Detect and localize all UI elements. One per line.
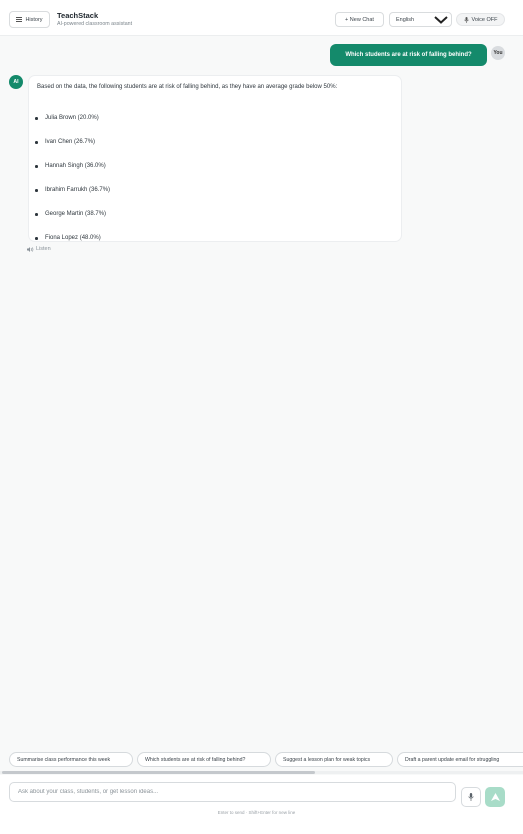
new-chat-button[interactable]: + New Chat (335, 12, 384, 27)
send-button[interactable] (485, 787, 505, 807)
new-chat-label: + New Chat (345, 16, 374, 23)
history-label: History (25, 16, 43, 23)
bullet-icon (35, 213, 38, 216)
voice-toggle[interactable]: Voice OFF (456, 13, 505, 26)
bullet-icon (35, 189, 38, 192)
at-risk-student-list: Julia Brown (20.0%) Ivan Chen (26.7%) Ha… (35, 106, 110, 250)
mic-icon (468, 793, 474, 801)
suggestion-chip[interactable]: Summarise class performance this week (9, 752, 133, 767)
student-entry: Fiona Lopez (48.0%) (45, 235, 101, 241)
user-avatar: You (491, 46, 505, 60)
speaker-icon (27, 246, 34, 252)
send-icon (490, 793, 500, 801)
bullet-icon (35, 237, 38, 240)
suggestion-chip[interactable]: Draft a parent update email for struggli… (397, 752, 523, 767)
language-value: English (396, 16, 415, 23)
student-entry: Hannah Singh (36.0%) (45, 163, 106, 169)
history-button[interactable]: History (9, 11, 50, 28)
user-message-bubble: Which students are at risk of falling be… (330, 44, 487, 66)
mic-button[interactable] (461, 787, 481, 807)
ai-message-card: Based on the data, the following student… (28, 75, 402, 242)
app-header: History TeachStack AI-powered classroom … (0, 0, 523, 36)
list-item: Julia Brown (20.0%) (35, 106, 110, 130)
user-message-text: Which students are at risk of falling be… (345, 52, 472, 58)
app-subtitle: AI-powered classroom assistant (57, 21, 133, 27)
suggestion-bar: Summarise class performance this week Wh… (0, 752, 523, 768)
student-entry: Ivan Chen (26.7%) (45, 139, 96, 145)
chevron-down-icon (434, 15, 448, 24)
suggestion-chip[interactable]: Which students are at risk of falling be… (137, 752, 271, 767)
listen-button[interactable]: Listen (27, 246, 51, 252)
student-entry: Ibrahim Farrukh (36.7%) (45, 187, 111, 193)
app-title: TeachStack (57, 11, 99, 20)
list-item: Ibrahim Farrukh (36.7%) (35, 178, 110, 202)
ai-avatar: AI (9, 75, 23, 89)
list-item: Hannah Singh (36.0%) (35, 154, 110, 178)
bullet-icon (35, 165, 38, 168)
language-select[interactable]: English (389, 12, 452, 27)
student-entry: Julia Brown (20.0%) (45, 115, 99, 121)
voice-label: Voice OFF (471, 16, 498, 23)
student-entry: George Martin (38.7%) (45, 211, 107, 217)
chat-input[interactable] (9, 782, 456, 802)
composer-hint: Enter to send · Shift+Enter for new line (217, 810, 296, 815)
bullet-icon (35, 141, 38, 144)
bullet-icon (35, 117, 38, 120)
scrollbar-thumb[interactable] (2, 771, 315, 774)
suggestion-chip[interactable]: Suggest a lesson plan for weak topics (275, 752, 393, 767)
ai-message-intro: Based on the data, the following student… (37, 84, 338, 90)
list-item: George Martin (38.7%) (35, 202, 110, 226)
list-item: Ivan Chen (26.7%) (35, 130, 110, 154)
mic-icon (463, 16, 469, 23)
listen-label: Listen (36, 246, 51, 252)
hamburger-icon (16, 17, 23, 22)
